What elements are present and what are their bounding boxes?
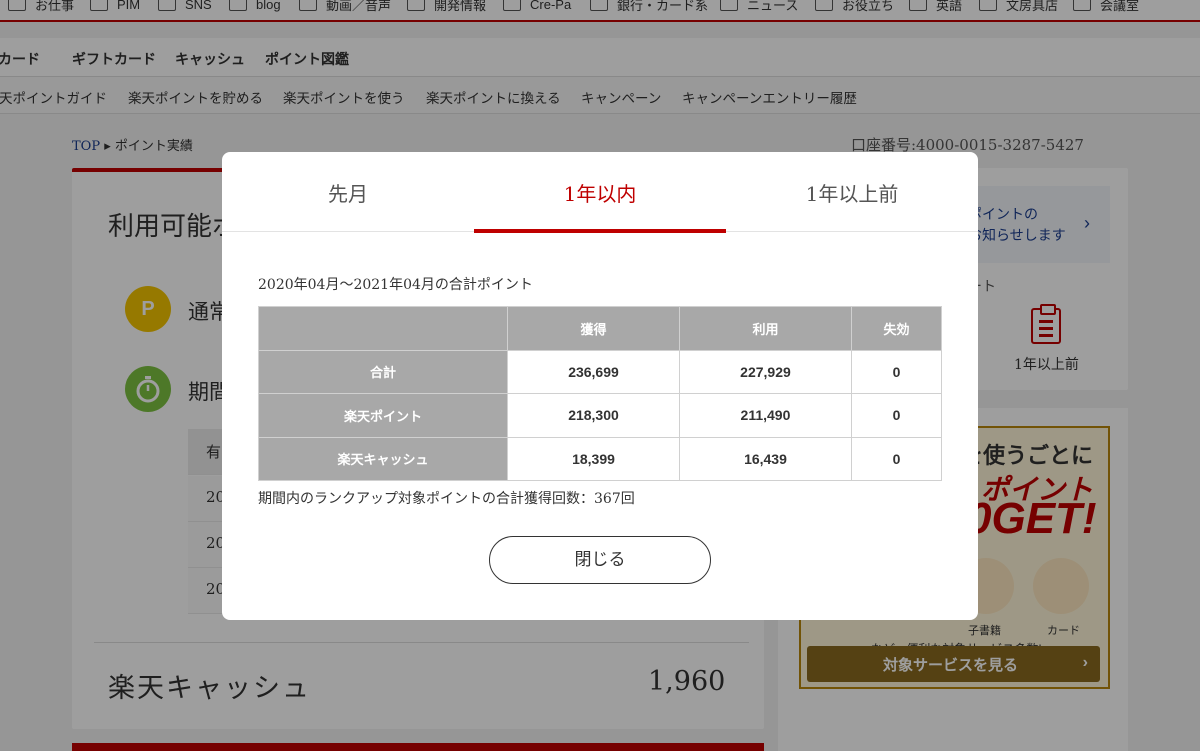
table-header-expired: 失効: [850, 306, 943, 351]
row-label: 楽天ポイント: [258, 393, 508, 438]
period-tabs: 先月 1年以内 1年以上前: [222, 152, 978, 233]
tab-over-year[interactable]: 1年以上前: [726, 152, 978, 232]
period-summary-text: 2020年04月〜2021年04月の合計ポイント: [258, 277, 533, 293]
used-value: 227,929: [678, 349, 852, 394]
rankup-count-text: 期間内のランクアップ対象ポイントの合計獲得回数：367回: [258, 491, 635, 507]
points-history-modal: 先月 1年以内 1年以上前 2020年04月〜2021年04月の合計ポイント 獲…: [222, 152, 978, 620]
earned-value: 218,300: [507, 393, 680, 438]
earned-value: 236,699: [507, 349, 680, 394]
table-row: 楽天キャッシュ 18,399 16,439 0: [258, 436, 943, 481]
earned-value: 18,399: [507, 436, 680, 481]
table-row: 楽天ポイント 218,300 211,490 0: [258, 393, 943, 438]
table-header-blank: [258, 306, 508, 351]
table-header-used: 利用: [678, 306, 852, 351]
expired-value: 0: [850, 393, 943, 438]
row-label: 合計: [258, 349, 508, 394]
tab-last-month[interactable]: 先月: [222, 152, 474, 232]
used-value: 16,439: [678, 436, 852, 481]
tab-within-year[interactable]: 1年以内: [474, 152, 726, 233]
points-summary-table: 獲得 利用 失効 合計 236,699 227,929 0 楽天ポイント 218…: [258, 306, 943, 481]
close-button[interactable]: 閉じる: [489, 536, 711, 584]
table-header-earned: 獲得: [507, 306, 680, 351]
expired-value: 0: [850, 349, 943, 394]
expired-value: 0: [850, 436, 943, 481]
table-row: 合計 236,699 227,929 0: [258, 349, 943, 394]
row-label: 楽天キャッシュ: [258, 436, 508, 481]
used-value: 211,490: [678, 393, 852, 438]
table-header-row: 獲得 利用 失効: [258, 306, 943, 351]
